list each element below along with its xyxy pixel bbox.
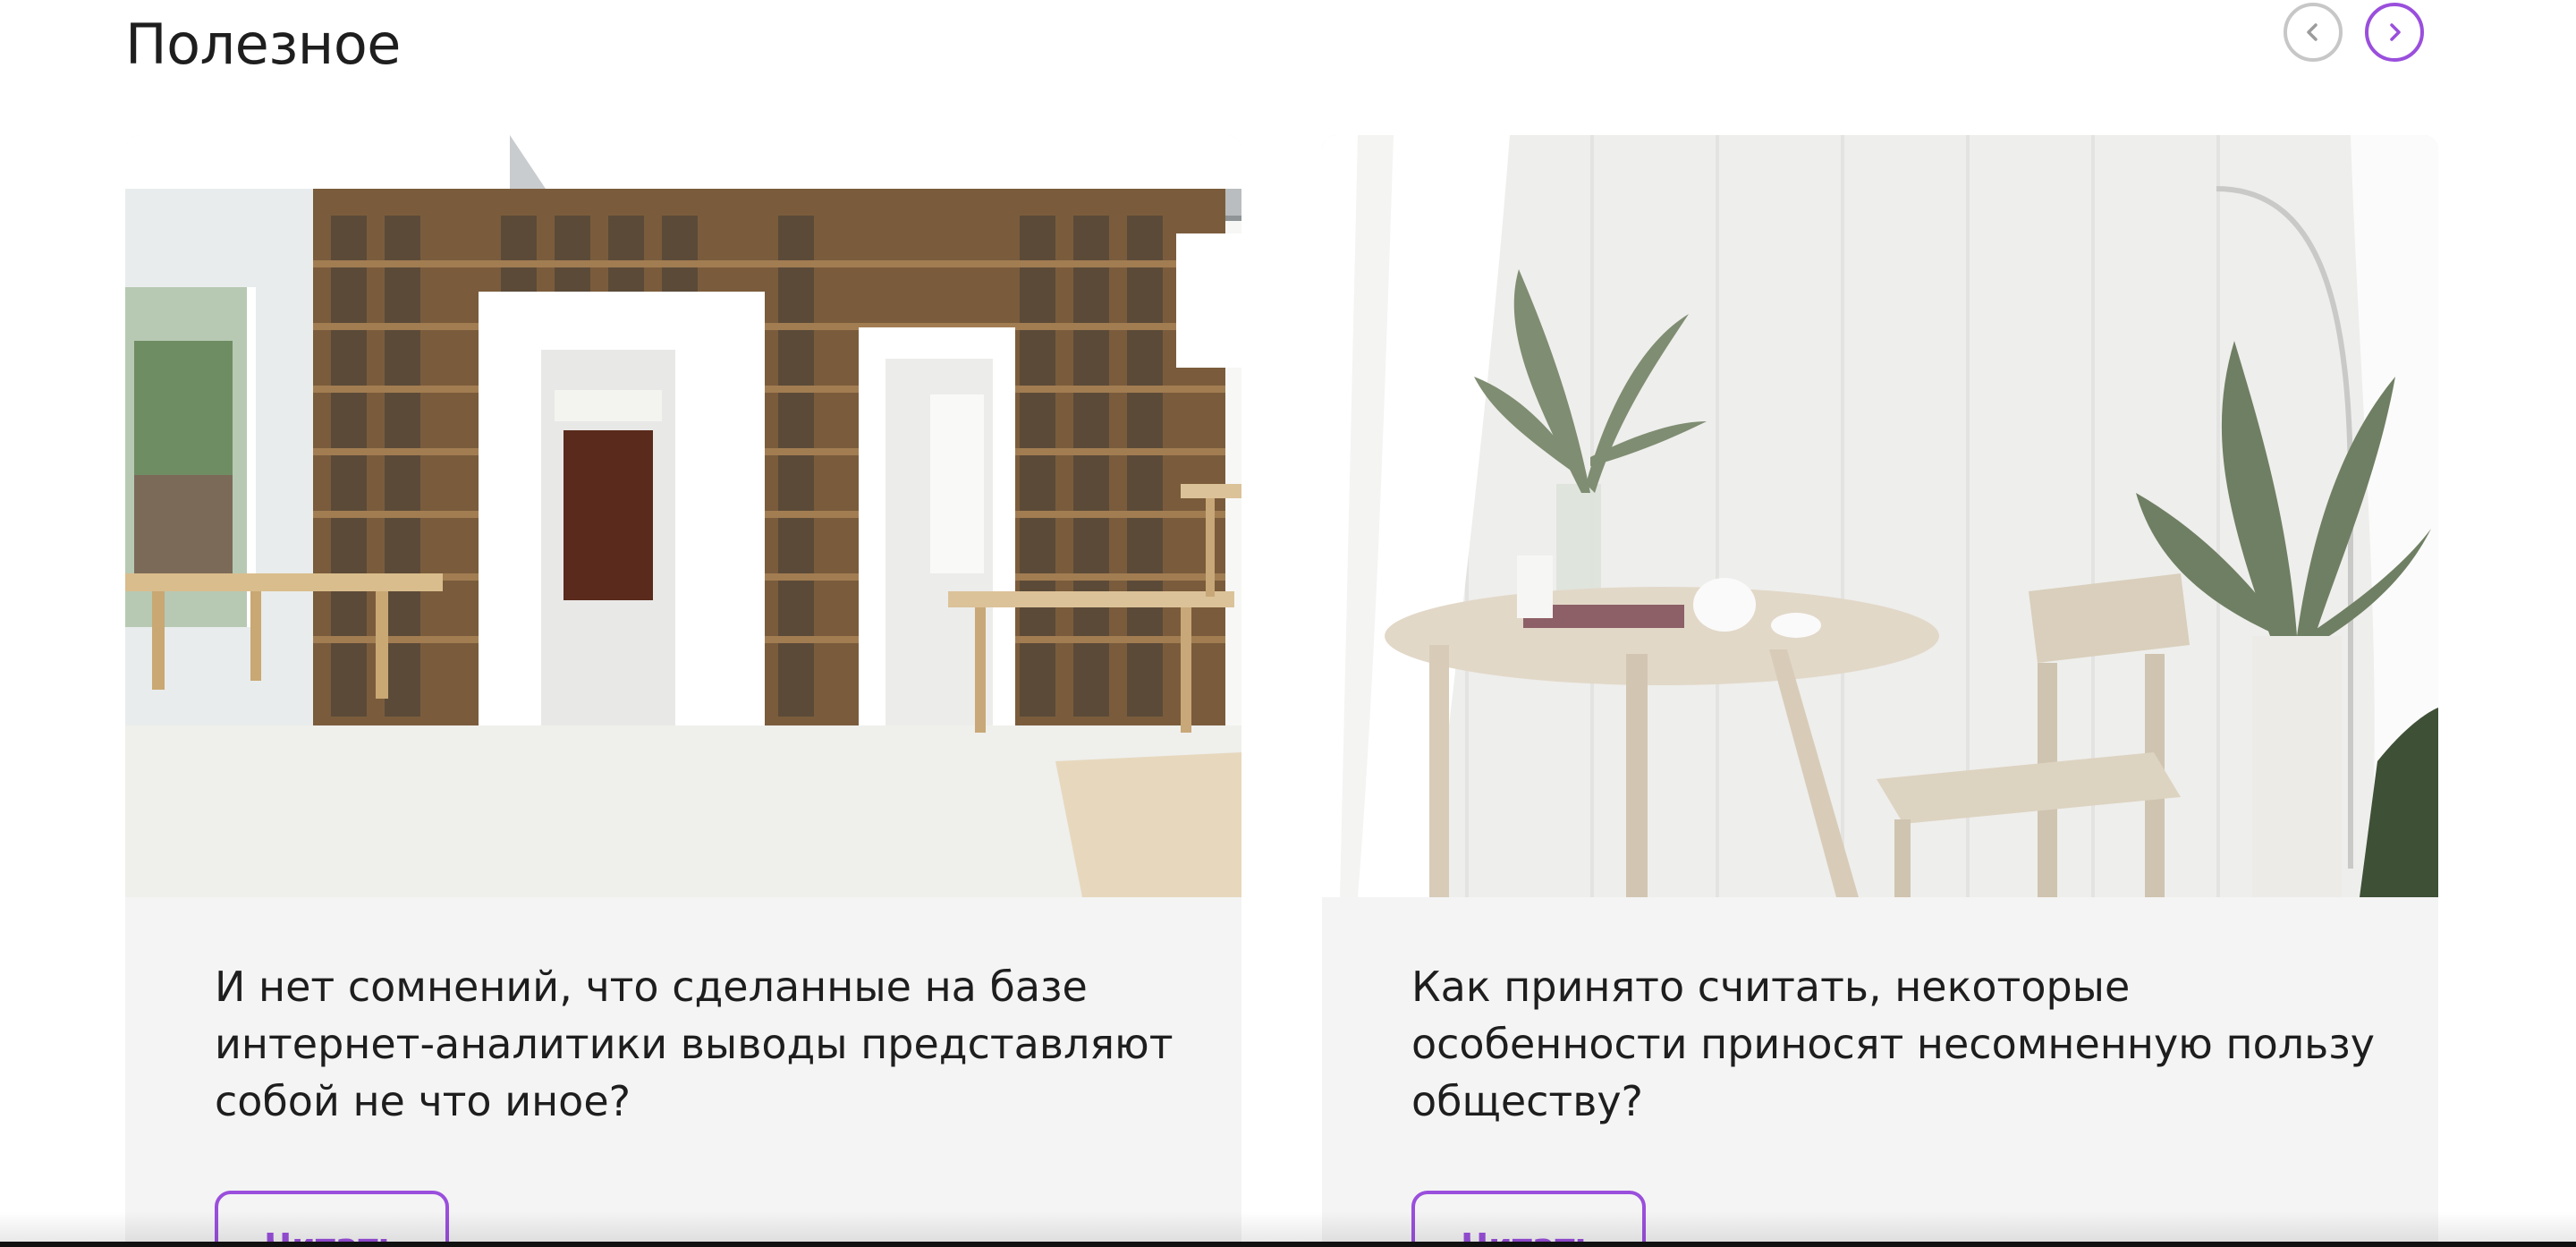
window-bottom-edge bbox=[0, 1242, 2576, 1247]
article-title: Как принято считать, некоторые особеннос… bbox=[1411, 963, 2375, 1125]
page: Полезное И нет сомнений, что сделанные н… bbox=[0, 0, 2576, 1247]
article-title: И нет сомнений, что сделанные на базе ин… bbox=[215, 963, 1174, 1125]
article-image-loft-interior[interactable] bbox=[125, 135, 1241, 897]
carousel-next-button[interactable] bbox=[2365, 3, 2424, 62]
read-button[interactable]: Читать bbox=[215, 1191, 449, 1247]
article-image-white-interior[interactable] bbox=[1322, 135, 2438, 897]
carousel-prev-button[interactable] bbox=[2284, 3, 2343, 62]
chevron-right-icon bbox=[2390, 23, 2401, 41]
white-interior-photo bbox=[1322, 135, 2438, 897]
chevron-left-icon bbox=[2307, 23, 2318, 41]
section-title: Полезное bbox=[125, 12, 401, 77]
loft-interior-photo bbox=[125, 135, 1241, 897]
read-button[interactable]: Читать bbox=[1411, 1191, 1646, 1247]
article-card[interactable]: Как принято считать, некоторые особеннос… bbox=[1322, 135, 2438, 1247]
article-card[interactable]: И нет сомнений, что сделанные на базе ин… bbox=[125, 135, 1241, 1247]
